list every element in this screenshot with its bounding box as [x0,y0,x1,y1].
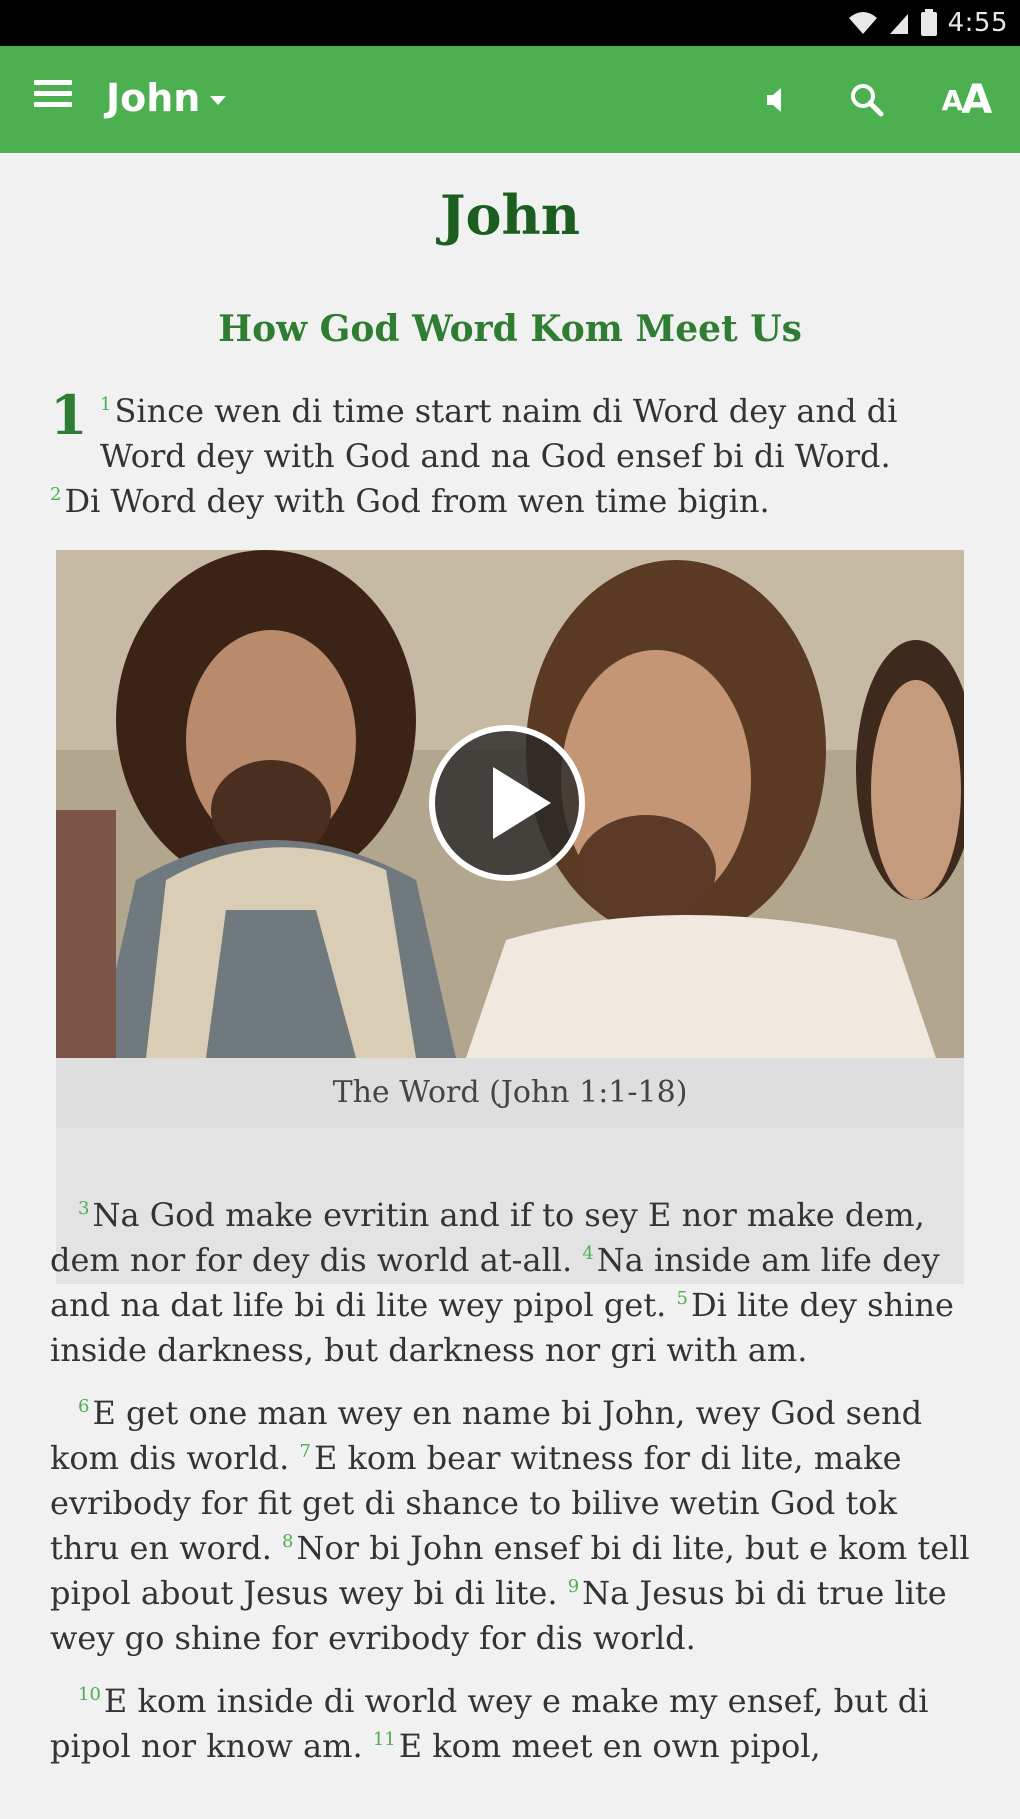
status-icons: 4:55 [848,6,1008,40]
section-heading: How God Word Kom Meet Us [218,308,802,350]
search-icon[interactable] [843,76,891,124]
verse-number: 3 [78,1198,90,1220]
verse-number: 4 [582,1243,594,1265]
battery-icon [920,9,937,36]
app-bar: John AA [0,46,1020,153]
play-icon[interactable] [429,725,585,881]
caret-down-icon [210,95,227,105]
wifi-icon [848,12,877,34]
verse-number: 1 [100,394,112,416]
verse-number: 7 [299,1441,311,1463]
scripture-body: 3Na God make evritin and if to sey E nor… [50,1193,970,1787]
paragraph: 6E get one man wey en name bi John, wey … [50,1391,970,1661]
verse-text: Di Word dey with God from wen time bigin… [64,482,770,520]
verse-text: E kom meet en own pipol, [398,1727,821,1765]
video-card: The Word (John 1:1-18) [56,550,964,1284]
hamburger-menu-icon[interactable] [34,80,72,118]
verse-1: 1Since wen di time start naim di Word de… [100,389,960,479]
book-title: John [439,183,581,247]
verse-number: 8 [282,1531,294,1553]
verse-number: 11 [372,1729,396,1751]
status-time: 4:55 [947,8,1008,38]
signal-icon [889,14,908,34]
verse-number: 10 [78,1684,101,1706]
status-bar: 4:55 [0,0,1020,46]
chapter-number: 1 [50,383,88,447]
verse-text: Since wen di time start naim di Word dey… [100,392,898,475]
text-size-icon[interactable]: AA [938,76,994,124]
verse-number: 5 [676,1288,688,1310]
speaker-icon[interactable] [752,76,800,124]
verse-2: 2Di Word dey with God from wen time bigi… [50,479,960,524]
verse-number: 9 [567,1576,580,1598]
verse-number: 2 [50,484,62,506]
paragraph: 10E kom inside di world wey e make my en… [50,1679,970,1769]
video-caption: The Word (John 1:1-18) [56,1058,964,1128]
verse-number: 6 [78,1396,90,1418]
book-selector[interactable]: John [106,70,227,126]
book-selector-label: John [106,76,201,120]
paragraph: 3Na God make evritin and if to sey E nor… [50,1193,970,1373]
reader-content[interactable]: John How God Word Kom Meet Us 1 1Since w… [0,153,1020,1819]
video-thumbnail[interactable] [56,550,964,1058]
